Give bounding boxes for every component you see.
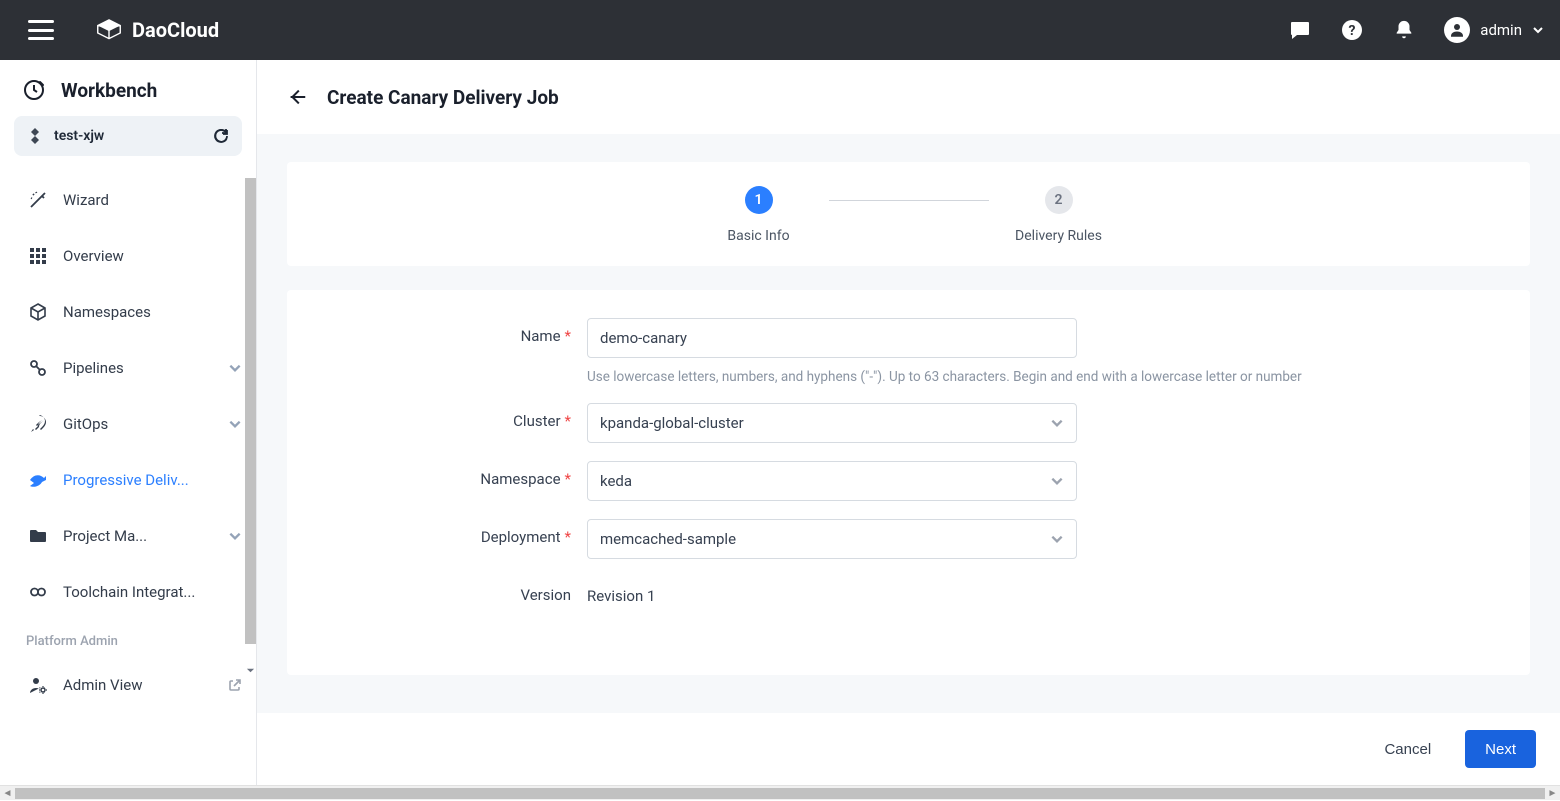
step-number: 2	[1045, 186, 1073, 214]
refresh-icon[interactable]	[212, 127, 230, 145]
sidebar-item-pipelines[interactable]: Pipelines	[0, 340, 256, 396]
name-input[interactable]: demo-canary	[587, 318, 1077, 358]
step-basic-info[interactable]: 1 Basic Info	[689, 186, 829, 244]
scroll-right-icon[interactable]: ►	[1545, 786, 1560, 801]
rocket-icon	[28, 414, 48, 434]
stepper: 1 Basic Info 2 Delivery Rules	[287, 162, 1530, 266]
chevron-down-icon	[1050, 532, 1064, 546]
user-gear-icon	[28, 675, 48, 695]
chevron-down-icon	[1050, 474, 1064, 488]
chevron-down-icon	[228, 417, 242, 431]
form-row-cluster: Cluster* kpanda-global-cluster	[327, 403, 1490, 445]
back-button[interactable]	[285, 85, 309, 109]
bell-icon[interactable]	[1392, 18, 1416, 42]
sidebar-item-admin-view[interactable]: Admin View	[0, 657, 256, 713]
bird-icon	[28, 470, 48, 490]
folder-icon	[28, 526, 48, 546]
username: admin	[1480, 21, 1522, 39]
sidebar-item-progressive-delivery[interactable]: Progressive Deliv...	[0, 452, 256, 508]
infinity-icon	[28, 582, 48, 602]
form-card: Name* demo-canary Use lowercase letters,…	[287, 290, 1530, 675]
daocloud-logo-icon	[94, 18, 124, 42]
cancel-button[interactable]: Cancel	[1364, 730, 1451, 768]
page-title: Create Canary Delivery Job	[327, 86, 559, 109]
grid-icon	[28, 246, 48, 266]
step-delivery-rules[interactable]: 2 Delivery Rules	[989, 186, 1129, 244]
sidebar-item-namespaces[interactable]: Namespaces	[0, 284, 256, 340]
scroll-thumb[interactable]	[15, 788, 1545, 799]
deployment-select[interactable]: memcached-sample	[587, 519, 1077, 559]
sidebar-scrollbar[interactable]	[245, 178, 256, 644]
form-row-version: Version Revision 1	[327, 577, 1490, 619]
sidebar-item-toolchain[interactable]: Toolchain Integrat...	[0, 564, 256, 620]
horizontal-scrollbar[interactable]: ◄ ►	[0, 785, 1560, 800]
next-button[interactable]: Next	[1465, 730, 1536, 768]
header-actions: ? admin	[1288, 17, 1544, 43]
form-row-name: Name* demo-canary Use lowercase letters,…	[327, 318, 1490, 387]
form-row-deployment: Deployment* memcached-sample	[327, 519, 1490, 561]
sidebar-title: Workbench	[0, 60, 256, 116]
namespace-label: Namespace*	[327, 461, 587, 488]
avatar-icon	[1444, 17, 1470, 43]
workbench-icon	[22, 78, 46, 102]
platform-admin-label: Platform Admin	[0, 620, 256, 657]
chevron-down-icon	[228, 361, 242, 375]
chevron-down-icon	[228, 529, 242, 543]
sidebar-scroll-down[interactable]	[245, 663, 256, 677]
help-icon[interactable]: ?	[1340, 18, 1364, 42]
cluster-label: Cluster*	[327, 403, 587, 430]
scroll-left-icon[interactable]: ◄	[0, 786, 15, 801]
step-label: Delivery Rules	[1015, 228, 1102, 244]
page-header: Create Canary Delivery Job	[257, 60, 1560, 134]
cluster-select[interactable]: kpanda-global-cluster	[587, 403, 1077, 443]
nav-list: Wizard Overview Namespaces Pipelines	[0, 166, 256, 719]
sidebar: Workbench test-xjw Wizard	[0, 60, 257, 785]
namespace-select[interactable]: keda	[587, 461, 1077, 501]
wand-icon	[28, 190, 48, 210]
sidebar-item-overview[interactable]: Overview	[0, 228, 256, 284]
cube-icon	[28, 302, 48, 322]
version-value: Revision 1	[587, 577, 1077, 605]
brand-name: DaoCloud	[132, 18, 219, 42]
chevron-down-icon	[1532, 24, 1544, 36]
brand-logo[interactable]: DaoCloud	[94, 18, 219, 42]
top-header: DaoCloud ? admin	[0, 0, 1560, 60]
project-selector[interactable]: test-xjw	[14, 116, 242, 156]
sidebar-item-project-management[interactable]: Project Ma...	[0, 508, 256, 564]
name-label: Name*	[327, 318, 587, 345]
sidebar-item-wizard[interactable]: Wizard	[0, 172, 256, 228]
menu-toggle[interactable]	[28, 20, 54, 40]
chat-icon[interactable]	[1288, 18, 1312, 42]
user-menu[interactable]: admin	[1444, 17, 1544, 43]
project-name: test-xjw	[54, 128, 104, 144]
main-content: Create Canary Delivery Job 1 Basic Info …	[257, 60, 1560, 785]
step-number: 1	[745, 186, 773, 214]
version-label: Version	[327, 577, 587, 604]
external-link-icon	[228, 678, 242, 692]
svg-text:?: ?	[1349, 23, 1356, 39]
chevron-down-icon	[1050, 416, 1064, 430]
form-footer: Cancel Next	[257, 713, 1560, 785]
name-hint: Use lowercase letters, numbers, and hyph…	[587, 368, 1387, 387]
step-connector	[829, 200, 989, 201]
sidebar-item-gitops[interactable]: GitOps	[0, 396, 256, 452]
chain-icon	[28, 358, 48, 378]
form-row-namespace: Namespace* keda	[327, 461, 1490, 503]
deployment-label: Deployment*	[327, 519, 587, 546]
project-icon	[26, 127, 44, 145]
step-label: Basic Info	[727, 228, 789, 244]
